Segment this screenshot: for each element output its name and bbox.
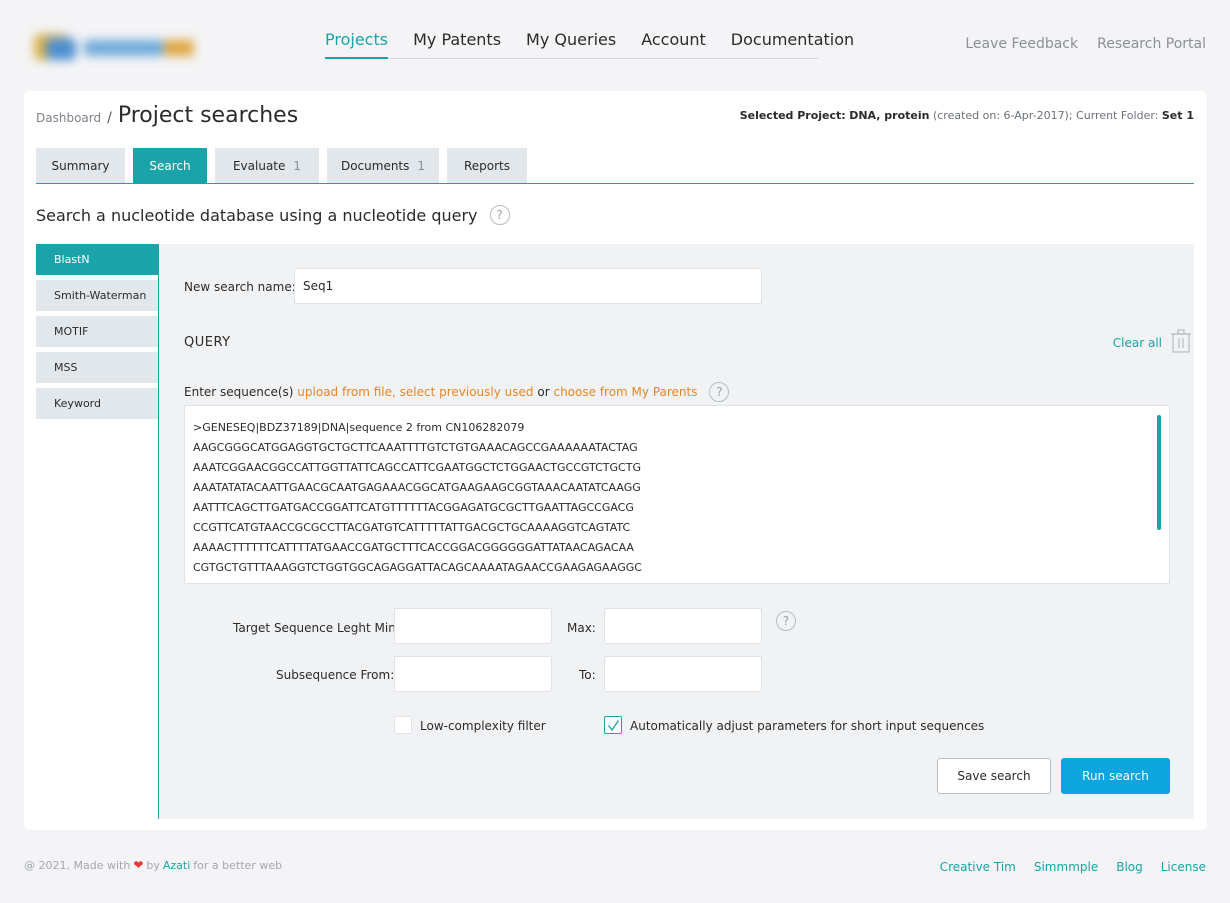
tab-label: Documents: [340, 158, 410, 173]
project-label: Selected Project:: [739, 109, 846, 122]
nav-account[interactable]: Account: [641, 30, 706, 59]
upload-from-file-link[interactable]: upload from file: [297, 385, 392, 399]
project-name: DNA, protein: [849, 109, 930, 122]
subsequence-to-input[interactable]: [604, 656, 762, 692]
subsequence-from-label: Subsequence From:: [276, 668, 395, 682]
tab-search[interactable]: Search: [133, 148, 207, 183]
selected-project-info: Selected Project: DNA, protein (created …: [740, 109, 1194, 122]
footer-suffix: for a better web: [193, 858, 283, 872]
help-icon[interactable]: ?: [776, 611, 796, 631]
sequence-prompt-text: Enter sequence(s): [184, 385, 294, 399]
tab-label: Reports: [463, 158, 511, 173]
footer-brand-link[interactable]: Azati: [163, 859, 190, 872]
top-navigation: Projects My Patents My Queries Account D…: [0, 0, 1230, 90]
tab-summary[interactable]: Summary: [36, 148, 125, 183]
search-name-label: New search name:: [184, 280, 296, 294]
low-complexity-label: Low-complexity filter: [420, 719, 546, 733]
choose-from-my-parents-link[interactable]: choose from My Parents: [553, 385, 697, 399]
sidebar-item-mss[interactable]: MSS: [36, 352, 158, 383]
search-name-input[interactable]: Seq1: [294, 268, 762, 304]
search-heading-text: Search a nucleotide database using a nuc…: [36, 205, 478, 225]
select-previously-used-link[interactable]: select previously used: [400, 385, 534, 399]
max-length-input[interactable]: [604, 608, 762, 644]
tab-label: Evaluate: [232, 158, 286, 173]
subsequence-from-input[interactable]: [394, 656, 552, 692]
scrollbar[interactable]: [1157, 415, 1161, 530]
breadcrumb: Dashboard / Project searches: [36, 103, 298, 128]
sidebar-item-motif[interactable]: MOTIF: [36, 316, 158, 347]
sidebar-item-blastn[interactable]: BlastN: [36, 244, 158, 275]
search-type-sidebar: BlastN Smith-Waterman MOTIF MSS Keyword: [36, 244, 159, 819]
tab-documents[interactable]: Documents 1: [327, 148, 439, 183]
app-logo[interactable]: [30, 28, 200, 64]
secondary-nav: Leave Feedback Research Portal: [965, 36, 1206, 52]
breadcrumb-dashboard[interactable]: Dashboard: [36, 111, 101, 125]
tab-bar: Summary Search Evaluate 1 Documents 1 Repo…: [36, 148, 1194, 184]
sequence-text: >GENESEQ|BDZ37189|DNA|sequence 2 from CN…: [193, 421, 642, 574]
sidebar-item-smith-waterman[interactable]: Smith-Waterman: [36, 280, 158, 311]
subsequence-to-label: To:: [579, 668, 596, 682]
breadcrumb-separator: /: [107, 110, 112, 126]
checkmark-icon: [607, 720, 620, 732]
tab-evaluate[interactable]: Evaluate 1: [215, 148, 319, 183]
nav-projects[interactable]: Projects: [325, 30, 389, 59]
footer-link-blog[interactable]: Blog: [1116, 860, 1143, 874]
auto-adjust-checkbox[interactable]: [604, 716, 622, 734]
footer-link-creative-tim[interactable]: Creative Tim: [940, 860, 1016, 874]
search-heading: Search a nucleotide database using a nuc…: [36, 205, 510, 225]
footer-link-simmmple[interactable]: Simmmple: [1034, 860, 1098, 874]
sequence-prompt: Enter sequence(s) upload from file, sele…: [184, 382, 730, 402]
nav-documentation[interactable]: Documentation: [731, 30, 854, 59]
footer-link-license[interactable]: License: [1161, 860, 1206, 874]
trash-icon[interactable]: [1170, 329, 1192, 353]
min-length-input[interactable]: [394, 608, 552, 644]
leave-feedback-link[interactable]: Leave Feedback: [965, 36, 1078, 52]
query-title: QUERY: [184, 335, 231, 350]
save-search-button[interactable]: Save search: [937, 758, 1051, 794]
heart-icon: ❤: [133, 858, 144, 872]
footer-prefix: @ 2021, Made with: [24, 858, 131, 872]
clear-all-button[interactable]: Clear all: [1113, 336, 1162, 350]
help-icon[interactable]: ?: [709, 382, 730, 402]
footer-links: Creative Tim Simmmple Blog License: [940, 860, 1206, 874]
tab-count: 1: [417, 158, 426, 173]
main-card: Dashboard / Project searches Selected Pr…: [24, 91, 1207, 830]
or-text: or: [537, 385, 550, 399]
sequence-textarea[interactable]: >GENESEQ|BDZ37189|DNA|sequence 2 from CN…: [184, 405, 1170, 584]
page-title: Project searches: [117, 103, 299, 128]
tab-reports[interactable]: Reports: [447, 148, 527, 183]
project-created: (created on: 6-Apr-2017); Current Folder…: [932, 109, 1159, 122]
nav-my-queries[interactable]: My Queries: [526, 30, 616, 59]
search-form-panel: New search name: Seq1 QUERY Clear all En…: [160, 244, 1194, 819]
tab-label: Summary: [51, 158, 110, 173]
tab-label: Search: [149, 158, 191, 173]
max-length-label: Max:: [567, 621, 596, 635]
nav-my-patents[interactable]: My Patents: [413, 30, 501, 59]
sidebar-item-keyword[interactable]: Keyword: [36, 388, 158, 419]
low-complexity-checkbox[interactable]: [394, 716, 412, 734]
help-icon[interactable]: ?: [489, 205, 510, 225]
tab-count: 1: [293, 158, 302, 173]
run-search-button[interactable]: Run search: [1061, 758, 1170, 794]
min-length-label: Target Sequence Leght Min:: [233, 621, 400, 635]
research-portal-link[interactable]: Research Portal: [1097, 36, 1206, 52]
main-nav: Projects My Patents My Queries Account D…: [325, 30, 854, 59]
current-folder: Set 1: [1161, 109, 1194, 122]
auto-adjust-label: Automatically adjust parameters for shor…: [630, 719, 985, 733]
footer-credits: @ 2021, Made with ❤ by Azati for a bette…: [24, 858, 282, 872]
footer-by: by: [146, 858, 160, 872]
